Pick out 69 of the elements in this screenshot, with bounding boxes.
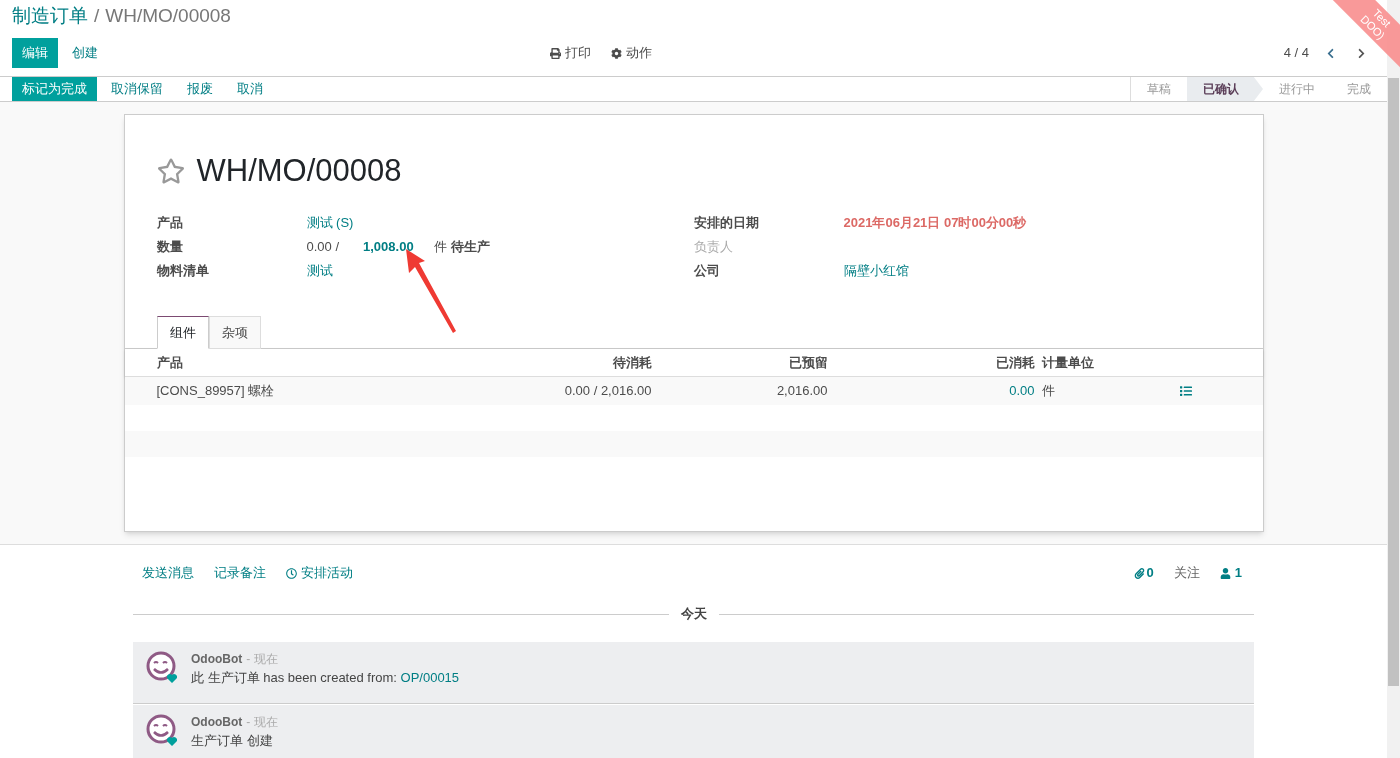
follow-button[interactable]: 关注 — [1173, 563, 1200, 583]
column-header: 待消耗 — [611, 353, 652, 372]
chatter-button[interactable]: 安排活动 — [286, 563, 353, 583]
record-title: WH/MO/00008 — [196, 151, 402, 190]
chatter-button[interactable]: 发送消息 — [142, 563, 194, 583]
field-label: 物料清单 — [156, 262, 210, 281]
link-button[interactable]: 创建 — [62, 38, 108, 68]
stage-step[interactable]: 已确认 — [1187, 77, 1263, 101]
table-cell-text: 2,016.00 — [775, 382, 828, 401]
chevron-right-icon — [1356, 47, 1367, 59]
user-icon — [1219, 567, 1231, 579]
favorite-toggle[interactable] — [156, 157, 185, 185]
primary-button[interactable]: 编辑 — [12, 38, 58, 68]
breadcrumb-separator: / — [94, 3, 100, 28]
field-label: 产品 — [156, 214, 184, 233]
column-header: 产品 — [156, 353, 184, 372]
field-link[interactable]: 测试 (S) — [306, 213, 354, 233]
message-body: 生产订单 创建 — [191, 732, 274, 750]
table-cell-text: 件 — [1040, 382, 1056, 401]
field-label: 安排的日期 — [693, 214, 760, 233]
link-button[interactable]: 取消保留 — [101, 77, 173, 101]
print-icon — [550, 47, 561, 59]
breadcrumb-link[interactable]: 制造订单 — [12, 1, 88, 31]
field-value: 件 — [433, 238, 447, 257]
link-button[interactable]: 取消 — [227, 77, 273, 101]
stage-step[interactable]: 完成 — [1331, 77, 1387, 101]
paperclip-icon — [1133, 567, 1145, 579]
field-value: 0.00 / — [306, 238, 340, 257]
column-header: 已消耗 — [994, 353, 1035, 372]
table-cell-text: 0.00 — [1008, 382, 1035, 401]
message-time: - 现在 — [246, 714, 278, 731]
column-header: 已预留 — [787, 353, 828, 372]
pager-value: 4 / 4 — [1283, 44, 1309, 63]
field-label: 数量 — [156, 238, 184, 257]
message-body: 此 生产订单 has been created from: OP/00015 — [191, 669, 460, 687]
stage-step[interactable]: 进行中 — [1263, 77, 1331, 101]
list-icon[interactable] — [1179, 385, 1192, 397]
field-value: 1,008.00 — [363, 238, 414, 257]
record-link[interactable]: OP/00015 — [400, 670, 460, 685]
field-label: 公司 — [693, 262, 721, 281]
dropdown-button[interactable]: 打印 — [550, 43, 591, 63]
field-link[interactable]: 隔壁小红馆 — [843, 261, 909, 281]
field-value: 待生产 — [450, 238, 490, 257]
chevron-left-icon — [1325, 47, 1336, 59]
table-cell-text: [CONS_89957] 螺栓 — [156, 382, 276, 401]
tab[interactable]: 杂项 — [208, 316, 261, 349]
message-author: OdooBot — [191, 714, 243, 731]
bot-avatar-icon — [145, 650, 179, 684]
stage-step[interactable]: 草稿 — [1131, 77, 1187, 101]
table-cell-text: 0.00 / 2,016.00 — [563, 382, 652, 401]
followers-button[interactable]: 1 — [1219, 563, 1242, 583]
attachment-button[interactable]: 0 — [1133, 563, 1154, 583]
link-button[interactable]: 报废 — [177, 77, 223, 101]
dropdown-button[interactable]: 动作 — [611, 43, 652, 63]
tab[interactable]: 组件 — [156, 316, 209, 349]
field-value: 2021年06月21日 07时00分00秒 — [843, 214, 1027, 233]
chatter-button[interactable]: 记录备注 — [214, 563, 266, 583]
message-author: OdooBot — [191, 651, 243, 668]
column-header: 计量单位 — [1040, 353, 1095, 372]
date-separator: 今天 — [679, 605, 708, 624]
settings-icon — [611, 47, 622, 59]
clock-icon — [286, 567, 297, 579]
bot-avatar-icon — [145, 713, 179, 747]
star-icon — [156, 157, 185, 185]
field-link[interactable]: 测试 — [306, 261, 333, 281]
primary-button[interactable]: 标记为完成 — [12, 77, 97, 101]
field-label: 负责人 — [693, 238, 734, 257]
message-time: - 现在 — [246, 651, 278, 668]
breadcrumb-current: WH/MO/00008 — [105, 3, 231, 28]
